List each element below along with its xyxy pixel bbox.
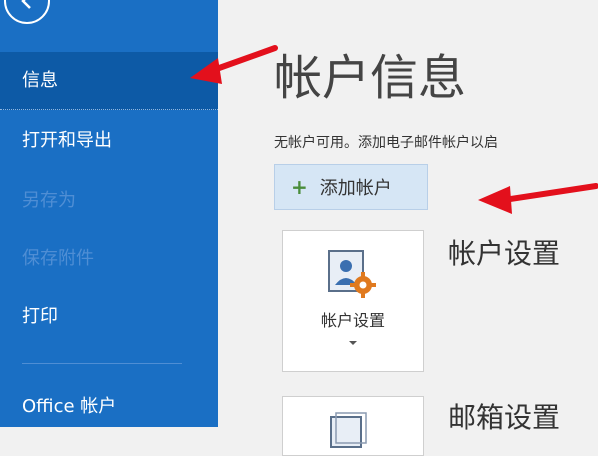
annotation-arrow-add-account [478,183,598,214]
annotation-arrow-info [190,45,278,84]
account-settings-heading: 帐户设置 [448,237,561,270]
sidebar-item-office-account[interactable]: Office 帐户 [0,378,218,436]
account-settings-icon [328,250,376,298]
sidebar-divider [22,363,182,364]
sidebar-item-print[interactable]: 打印 [0,288,218,346]
no-account-description: 无帐户可用。添加电子邮件帐户以启 [274,135,498,151]
mailbox-icon [330,412,367,448]
mailbox-settings-heading: 邮箱设置 [448,401,561,434]
sidebar-item-save-as[interactable]: 另存为 [0,172,218,230]
add-account-button[interactable]: + 添加帐户 [274,164,428,210]
page-title: 帐户信息 [274,50,467,106]
plus-icon: + [291,175,308,199]
back-button[interactable] [4,0,50,24]
account-settings-button[interactable]: 帐户设置 [282,230,424,372]
add-account-label: 添加帐户 [319,178,392,199]
account-settings-card-label: 帐户设置 [320,311,385,330]
sidebar-item-save-attachments[interactable]: 保存附件 [0,230,218,288]
dropdown-caret-icon [349,341,357,345]
back-arrow-icon [21,0,31,9]
mailbox-settings-button[interactable] [282,396,424,456]
sidebar-item-open-export[interactable]: 打开和导出 [0,112,218,170]
